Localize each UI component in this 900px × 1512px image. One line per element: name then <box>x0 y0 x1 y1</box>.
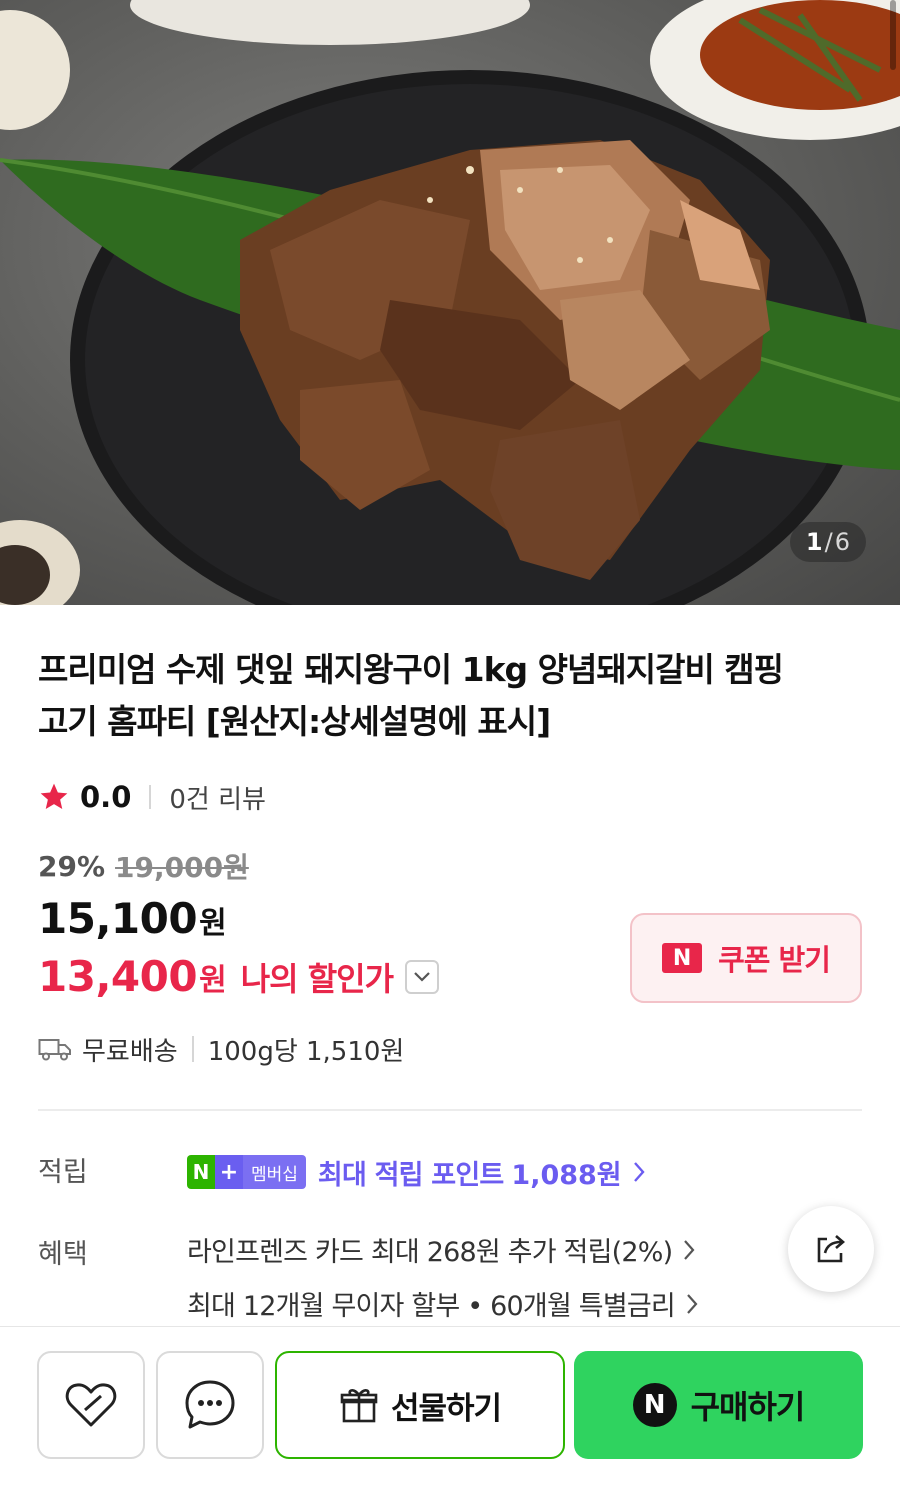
chevron-right-icon <box>687 1293 698 1314</box>
my-discount-price-label: 나의 할인가 <box>240 959 394 998</box>
unit-price-label: 100g당 1,510원 <box>207 1036 405 1067</box>
gift-button-label: 선물하기 <box>390 1390 502 1427</box>
badge-membership: 멤버십 <box>243 1155 306 1189</box>
chevron-right-icon <box>684 1239 695 1260</box>
product-title: 프리미엄 수제 댓잎 돼지왕구이 1kg 양념돼지갈비 캠핑고기 홈파티 [원산… <box>38 650 784 741</box>
gift-icon <box>340 1389 378 1423</box>
price-row: 15,100 원 <box>38 894 227 943</box>
membership-points-link[interactable]: N + 멤버십 최대 적립 포인트 1,088원 <box>187 1150 646 1194</box>
naver-plus-membership-badge: N + 멤버십 <box>187 1155 306 1189</box>
get-coupon-label: 쿠폰 받기 <box>718 943 831 977</box>
image-counter-separator: / <box>824 528 833 556</box>
get-coupon-button[interactable]: N 쿠폰 받기 <box>630 913 862 1003</box>
talk-inquiry-button[interactable] <box>156 1351 264 1459</box>
bottom-action-bar: 선물하기 N 구매하기 <box>0 1326 900 1512</box>
sale-price: 15,100 <box>38 894 198 943</box>
shipping-divider <box>191 1036 194 1062</box>
shipping-row: 무료배송 100g당 1,510원 <box>38 1028 404 1070</box>
naver-n-icon: N <box>662 943 703 973</box>
badge-plus: + <box>215 1155 243 1189</box>
gift-button[interactable]: 선물하기 <box>275 1351 565 1459</box>
page-scrollbar[interactable] <box>890 0 896 70</box>
free-shipping-label: 무료배송 <box>82 1036 178 1067</box>
discount-rate: 29% <box>38 849 106 883</box>
my-discount-price-unit: 원 <box>199 962 227 998</box>
rating-divider <box>149 785 152 809</box>
share-icon <box>817 1235 845 1263</box>
wishlist-button[interactable] <box>37 1351 145 1459</box>
chevron-down-icon <box>414 971 430 982</box>
image-counter-total: 6 <box>834 528 850 556</box>
sale-price-unit: 원 <box>199 906 227 941</box>
heart-icon <box>65 1383 117 1427</box>
badge-n: N <box>187 1155 215 1189</box>
installment-benefit-text: 최대 12개월 무이자 할부 • 60개월 특별금리 <box>187 1291 676 1322</box>
rating-row[interactable]: 0.0 0건 리뷰 <box>38 776 266 818</box>
chevron-right-icon <box>633 1162 645 1182</box>
star-icon <box>40 783 68 809</box>
product-photo <box>0 0 900 605</box>
buy-button-label: 구매하기 <box>690 1388 806 1426</box>
rating-value: 0.0 <box>80 780 132 814</box>
max-points-amount: 1,088원 <box>511 1159 622 1191</box>
installment-benefit-link[interactable]: 최대 12개월 무이자 할부 • 60개월 특별금리 <box>187 1284 699 1323</box>
share-button[interactable] <box>788 1206 874 1292</box>
my-price-row[interactable]: 13,400 원 나의 할인가 <box>38 952 440 1001</box>
card-benefit-link[interactable]: 라인프렌즈 카드 최대 268원 추가 적립(2%) <box>187 1230 696 1269</box>
original-price: 19,000원 <box>115 851 249 884</box>
image-counter: 1 / 6 <box>789 522 866 562</box>
section-divider <box>38 1109 862 1111</box>
chat-bubble-icon <box>185 1380 235 1429</box>
review-count-link[interactable]: 0건 리뷰 <box>169 779 266 816</box>
original-price-row: 29% 19,000원 <box>38 846 249 886</box>
benefits-row-label: 혜택 <box>38 1239 88 1270</box>
points-row-label: 적립 <box>38 1157 88 1188</box>
buy-button[interactable]: N 구매하기 <box>574 1351 863 1459</box>
image-counter-current: 1 <box>805 528 823 556</box>
naver-pay-n-icon: N <box>632 1383 677 1427</box>
card-benefit-text: 라인프렌즈 카드 최대 268원 추가 적립(2%) <box>187 1237 673 1268</box>
my-discount-price: 13,400 <box>38 952 198 1001</box>
truck-icon <box>38 1039 71 1061</box>
expand-price-button[interactable] <box>405 959 440 994</box>
product-image-gallery[interactable]: 1 / 6 <box>0 0 900 605</box>
max-points-text: 최대 적립 포인트 <box>317 1159 504 1191</box>
